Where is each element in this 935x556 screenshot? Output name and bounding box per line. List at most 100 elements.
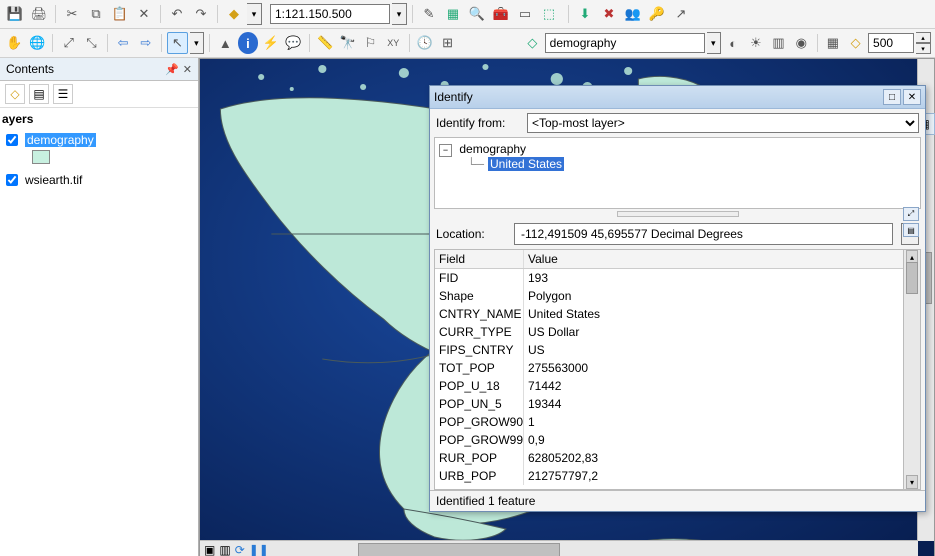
layer-row-wsiearth[interactable]: wsiearth.tif: [2, 170, 196, 190]
attr-value: Polygon: [524, 287, 903, 305]
find-route-icon[interactable]: ⚐: [360, 32, 381, 54]
key-icon[interactable]: 🔑: [646, 3, 668, 25]
identify-titlebar[interactable]: Identify □ ✕: [430, 86, 925, 109]
layers-header: ayers: [2, 112, 196, 126]
redo-icon[interactable]: ↷: [190, 3, 212, 25]
layer-dropdown-input[interactable]: [545, 33, 705, 53]
remove-icon[interactable]: ✖: [598, 3, 620, 25]
goto-xy-icon[interactable]: XY: [383, 32, 404, 54]
data-view-icon[interactable]: ▣: [204, 543, 215, 556]
undo-icon[interactable]: ↶: [166, 3, 188, 25]
select-dropdown[interactable]: ▾: [190, 32, 204, 54]
table-row[interactable]: POP_U_1871442: [435, 377, 903, 395]
model-builder-icon[interactable]: ⬚: [538, 3, 560, 25]
table-row[interactable]: FIPS_CNTRYUS: [435, 341, 903, 359]
list-by-drawing-icon[interactable]: ◇: [5, 84, 25, 104]
download-icon[interactable]: ⬇: [574, 3, 596, 25]
close-panel-icon[interactable]: ✕: [183, 63, 192, 76]
radius-up[interactable]: ▴: [916, 32, 931, 43]
list-by-selection-icon[interactable]: ☰: [53, 84, 73, 104]
hyperlink-icon[interactable]: ⚡: [260, 32, 281, 54]
prev-extent-icon[interactable]: ⇦: [113, 32, 134, 54]
flicker-icon[interactable]: ◉: [791, 32, 812, 54]
refresh-icon[interactable]: ⟳: [235, 543, 245, 556]
measure-icon[interactable]: 📏: [315, 32, 336, 54]
expand-icon[interactable]: ⤢: [903, 207, 919, 221]
attr-field: TOT_POP: [435, 359, 524, 377]
attributes-scrollbar[interactable]: ▴ ▾: [903, 250, 920, 489]
brightness-icon[interactable]: ☀: [746, 32, 767, 54]
list-by-source-icon[interactable]: ▤: [29, 84, 49, 104]
table-row[interactable]: FID193: [435, 269, 903, 287]
adjust-icon[interactable]: ▦: [823, 32, 844, 54]
delete-icon[interactable]: ✕: [133, 3, 155, 25]
zoom-out-fixed-icon[interactable]: ⤡: [81, 32, 102, 54]
pause-drawing-icon[interactable]: ❚❚: [249, 543, 269, 556]
table-row[interactable]: CNTRY_NAMEUnited States: [435, 305, 903, 323]
binoculars-icon[interactable]: 👥: [622, 3, 644, 25]
pin-icon[interactable]: 📌: [165, 63, 179, 76]
toolbox-icon[interactable]: 🧰: [490, 3, 512, 25]
table-row[interactable]: URB_POP212757797,2: [435, 467, 903, 485]
table-row[interactable]: CURR_TYPEUS Dollar: [435, 323, 903, 341]
paste-icon[interactable]: 📋: [109, 3, 131, 25]
scroll-thumb[interactable]: [906, 262, 918, 294]
add-data-icon[interactable]: ◆: [223, 3, 245, 25]
find-icon[interactable]: 🔭: [337, 32, 358, 54]
select-elements-icon[interactable]: ↖: [167, 32, 188, 54]
radius-input[interactable]: [868, 33, 914, 53]
layout-view-icon[interactable]: ▥: [219, 543, 230, 556]
table-row[interactable]: RUR_POP62805202,83: [435, 449, 903, 467]
identify-tree[interactable]: − demography └─ United States: [434, 137, 921, 209]
catalog-icon[interactable]: ▦: [442, 3, 464, 25]
time-slider-icon[interactable]: 🕓: [415, 32, 436, 54]
scale-dropdown[interactable]: ▾: [392, 3, 407, 25]
tree-root-row[interactable]: − demography: [439, 142, 916, 157]
python-icon[interactable]: ▭: [514, 3, 536, 25]
zoom-in-fixed-icon[interactable]: ⤢: [58, 32, 79, 54]
transparency-icon[interactable]: ◇: [845, 32, 866, 54]
radius-down[interactable]: ▾: [916, 43, 931, 54]
table-row[interactable]: POP_GROW990,9: [435, 431, 903, 449]
export-icon[interactable]: ↗: [670, 3, 692, 25]
layer-checkbox[interactable]: [6, 134, 18, 146]
identify-icon[interactable]: i: [238, 32, 259, 54]
effect-icon[interactable]: ◐: [723, 32, 744, 54]
next-extent-icon[interactable]: ⇨: [135, 32, 156, 54]
save-icon[interactable]: 💾: [4, 3, 26, 25]
search-icon[interactable]: 🔍: [466, 3, 488, 25]
scale-input[interactable]: [270, 4, 390, 24]
scroll-down-icon[interactable]: ▾: [906, 475, 918, 489]
editor-toolbar-icon[interactable]: ✎: [418, 3, 440, 25]
splitter[interactable]: [430, 209, 925, 219]
html-popup-icon[interactable]: 💬: [283, 32, 304, 54]
layer-swatch: [32, 150, 50, 164]
location-value[interactable]: -112,491509 45,695577 Decimal Degrees: [514, 223, 893, 245]
swipe-icon[interactable]: ▥: [768, 32, 789, 54]
table-row[interactable]: TOT_POP275563000: [435, 359, 903, 377]
layer-row-demography[interactable]: demography: [2, 130, 196, 150]
tree-leaf-row[interactable]: └─ United States: [467, 157, 916, 171]
print-icon[interactable]: 🖨: [28, 3, 50, 25]
pan-icon[interactable]: ✋: [4, 32, 25, 54]
table-row[interactable]: POP_GROW901: [435, 413, 903, 431]
close-icon[interactable]: ✕: [903, 89, 921, 105]
viewer-window-icon[interactable]: ⊞: [437, 32, 458, 54]
flash-icon[interactable]: ▤: [903, 223, 919, 237]
contents-title-label: Contents: [6, 62, 54, 76]
cut-icon[interactable]: ✂: [61, 3, 83, 25]
layer-checkbox[interactable]: [6, 174, 18, 186]
scroll-thumb[interactable]: [358, 543, 560, 556]
maximize-icon[interactable]: □: [883, 89, 901, 105]
table-row[interactable]: ShapePolygon: [435, 287, 903, 305]
copy-icon[interactable]: ⧉: [85, 3, 107, 25]
table-row[interactable]: POP_UN_519344: [435, 395, 903, 413]
attributes-table[interactable]: Field Value FID193ShapePolygonCNTRY_NAME…: [435, 250, 903, 489]
map-scrollbar-horizontal[interactable]: ▣ ▥ ⟳ ❚❚: [200, 540, 918, 556]
globe-icon[interactable]: 🌐: [27, 32, 48, 54]
pointer-icon[interactable]: ▲: [215, 32, 236, 54]
layer-dropdown-arrow[interactable]: ▾: [707, 32, 721, 54]
identify-from-dropdown[interactable]: <Top-most layer>: [527, 113, 919, 133]
tree-collapse-icon[interactable]: −: [439, 144, 452, 157]
add-data-dropdown[interactable]: ▾: [247, 3, 262, 25]
